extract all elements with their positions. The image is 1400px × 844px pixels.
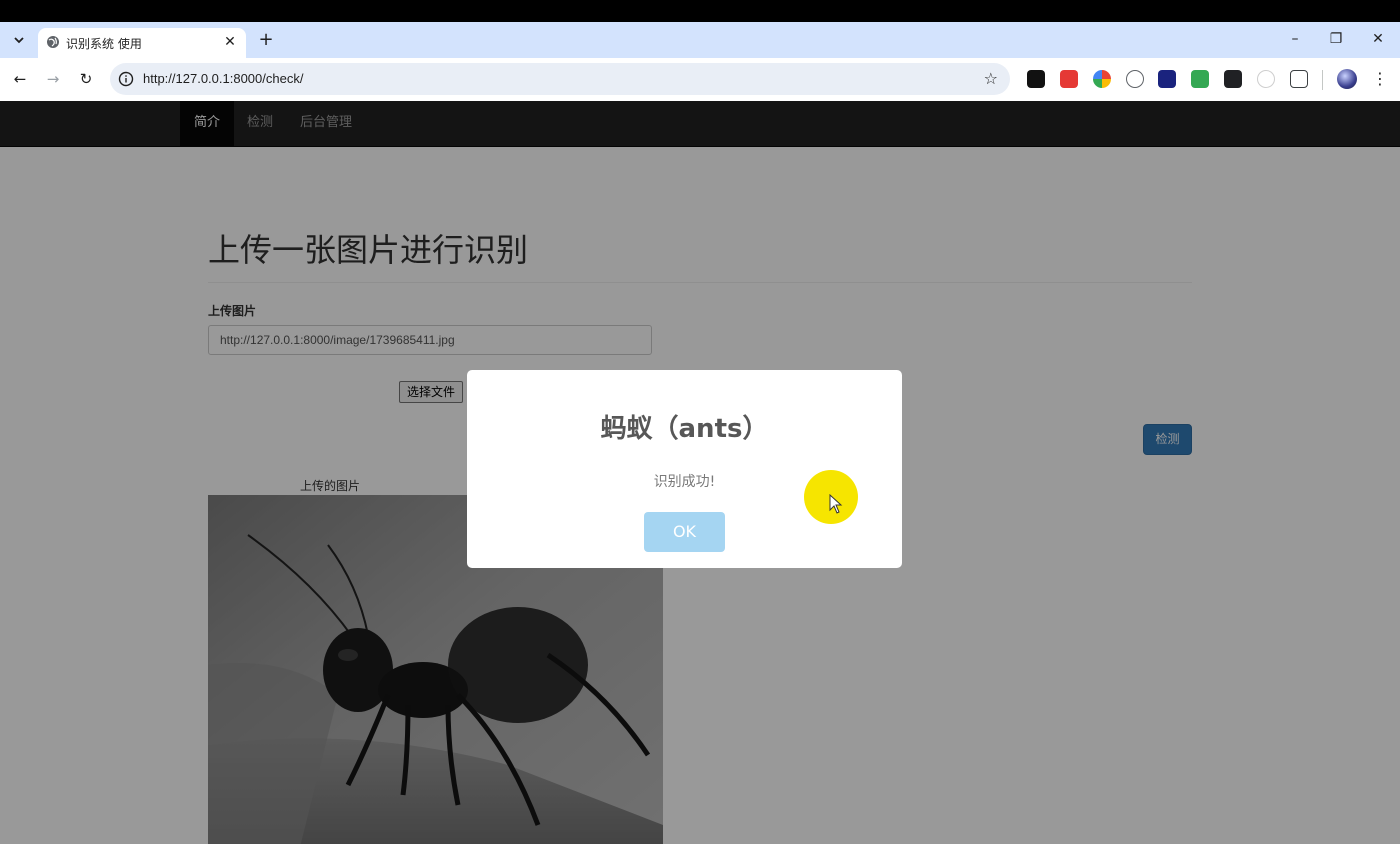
chevron-down-icon bbox=[14, 37, 24, 44]
new-tab-button[interactable]: + bbox=[256, 31, 276, 51]
fan-extension-icon[interactable] bbox=[1257, 70, 1275, 88]
hexagon-extension-icon[interactable] bbox=[1158, 70, 1176, 88]
globe-icon bbox=[47, 36, 59, 48]
reload-button[interactable]: ↻ bbox=[75, 68, 97, 90]
url-text[interactable]: http://127.0.0.1:8000/check/ bbox=[143, 71, 303, 86]
site-info-icon[interactable] bbox=[118, 71, 134, 87]
ring-extension-icon[interactable] bbox=[1093, 70, 1111, 88]
browser-tab-active[interactable]: 识别系统 使用 ✕ bbox=[38, 28, 246, 58]
dots-extension-icon[interactable] bbox=[1027, 70, 1045, 88]
restore-button[interactable]: ❐ bbox=[1316, 28, 1356, 52]
clapper-extension-icon[interactable] bbox=[1224, 70, 1242, 88]
back-button[interactable]: ← bbox=[9, 68, 31, 90]
profile-avatar[interactable] bbox=[1337, 69, 1357, 89]
browser-toolbar: ← → ↻ http://127.0.0.1:8000/check/ ☆ ⋮ bbox=[0, 58, 1400, 101]
mouse-cursor-icon bbox=[829, 494, 843, 514]
hand-extension-icon[interactable] bbox=[1060, 70, 1078, 88]
close-tab-icon[interactable]: ✕ bbox=[222, 33, 238, 51]
screen-top-strip bbox=[0, 0, 1400, 22]
tab-search-button[interactable] bbox=[8, 28, 30, 52]
play-extension-icon[interactable] bbox=[1191, 70, 1209, 88]
forward-button[interactable]: → bbox=[42, 68, 64, 90]
window-close-button[interactable]: ✕ bbox=[1358, 28, 1398, 52]
toolbar-divider bbox=[1322, 70, 1323, 90]
result-dialog: 蚂蚁（ants） 识别成功! OK bbox=[467, 370, 902, 568]
address-bar[interactable]: http://127.0.0.1:8000/check/ ☆ bbox=[110, 63, 1010, 95]
puzzle-extension-icon[interactable] bbox=[1290, 70, 1308, 88]
ok-button[interactable]: OK bbox=[644, 512, 725, 552]
braces-extension-icon[interactable] bbox=[1126, 70, 1144, 88]
browser-menu-icon[interactable]: ⋮ bbox=[1372, 68, 1388, 90]
browser-tab-bar: 识别系统 使用 ✕ + – ❐ ✕ bbox=[0, 22, 1400, 58]
bookmark-star-icon[interactable]: ☆ bbox=[984, 69, 998, 88]
dialog-title: 蚂蚁（ants） bbox=[600, 414, 769, 444]
tab-title: 识别系统 使用 bbox=[66, 37, 142, 51]
minimize-button[interactable]: – bbox=[1275, 28, 1315, 52]
